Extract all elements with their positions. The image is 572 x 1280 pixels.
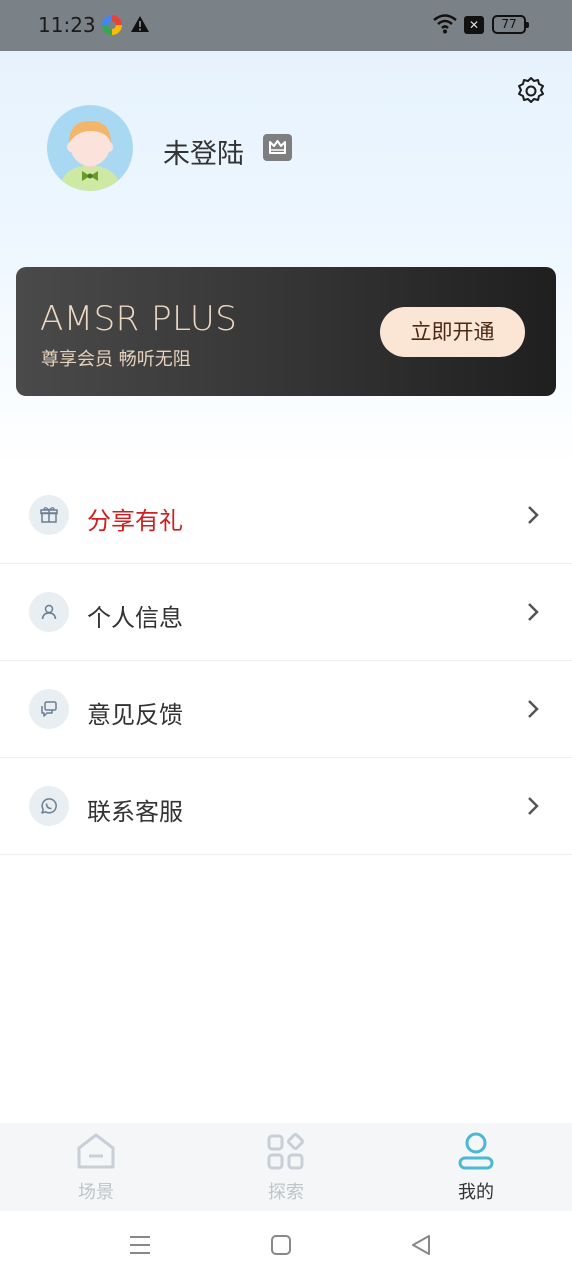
menu-lines-icon[interactable]: [129, 1235, 151, 1255]
menu-item-profile[interactable]: 个人信息: [0, 564, 572, 661]
menu-item-feedback[interactable]: 意见反馈: [0, 661, 572, 758]
vip-card[interactable]: AMSR PLUS 尊享会员 畅听无阻 立即开通: [16, 267, 556, 396]
battery-icon: 77: [492, 15, 529, 34]
tab-label: 场景: [78, 1182, 114, 1203]
vip-subtitle: 尊享会员 畅听无阻: [41, 349, 191, 370]
triangle-back-icon[interactable]: [410, 1234, 432, 1256]
bottom-tab-bar: 场景 探索 我的: [0, 1123, 572, 1211]
vip-badge: [263, 134, 292, 161]
feedback-icon: [41, 701, 57, 717]
status-bar: 11:23 ✕ 77: [0, 0, 572, 51]
avatar[interactable]: [47, 105, 133, 191]
tab-explore[interactable]: 探索: [236, 1123, 336, 1211]
system-nav-bar: [0, 1211, 572, 1280]
vip-title: AMSR PLUS: [40, 299, 238, 339]
tab-mine[interactable]: 我的: [426, 1123, 526, 1211]
grid-icon: [267, 1133, 304, 1170]
square-home-icon[interactable]: [270, 1234, 292, 1256]
chevron-right-icon: [528, 603, 539, 621]
whatsapp-phone-icon: [41, 798, 57, 814]
gear-icon[interactable]: [515, 75, 547, 107]
chevron-right-icon: [528, 797, 539, 815]
user-icon: [458, 1132, 494, 1170]
warning-icon: [131, 16, 149, 32]
sim-icon: ✕: [464, 16, 484, 34]
gift-icon: [40, 507, 58, 523]
menu-label: 分享有礼: [87, 507, 183, 535]
menu-item-share[interactable]: 分享有礼: [0, 467, 572, 564]
activate-button[interactable]: 立即开通: [380, 307, 525, 357]
menu-icon-bg: [29, 495, 69, 535]
chevron-right-icon: [528, 700, 539, 718]
menu-label: 联系客服: [87, 798, 183, 826]
menu-label: 意见反馈: [87, 701, 183, 729]
status-time: 11:23: [38, 13, 96, 37]
menu-icon-bg: [29, 592, 69, 632]
boy-avatar-icon: [59, 121, 121, 191]
menu-item-support[interactable]: 联系客服: [0, 758, 572, 855]
person-icon: [41, 604, 57, 620]
tab-label: 探索: [268, 1182, 304, 1203]
chevron-right-icon: [528, 506, 539, 524]
home-icon: [77, 1133, 115, 1169]
menu-icon-bg: [29, 786, 69, 826]
menu-icon-bg: [29, 689, 69, 729]
tab-label: 我的: [458, 1182, 494, 1203]
crown-icon: [269, 140, 286, 154]
app-icon: [102, 15, 122, 35]
wifi-icon: [433, 14, 457, 34]
username[interactable]: 未登陆: [163, 132, 244, 171]
menu-label: 个人信息: [87, 604, 183, 632]
menu-list: 分享有礼 个人信息 意见反馈 联系客服: [0, 467, 572, 855]
tab-scene[interactable]: 场景: [46, 1123, 146, 1211]
